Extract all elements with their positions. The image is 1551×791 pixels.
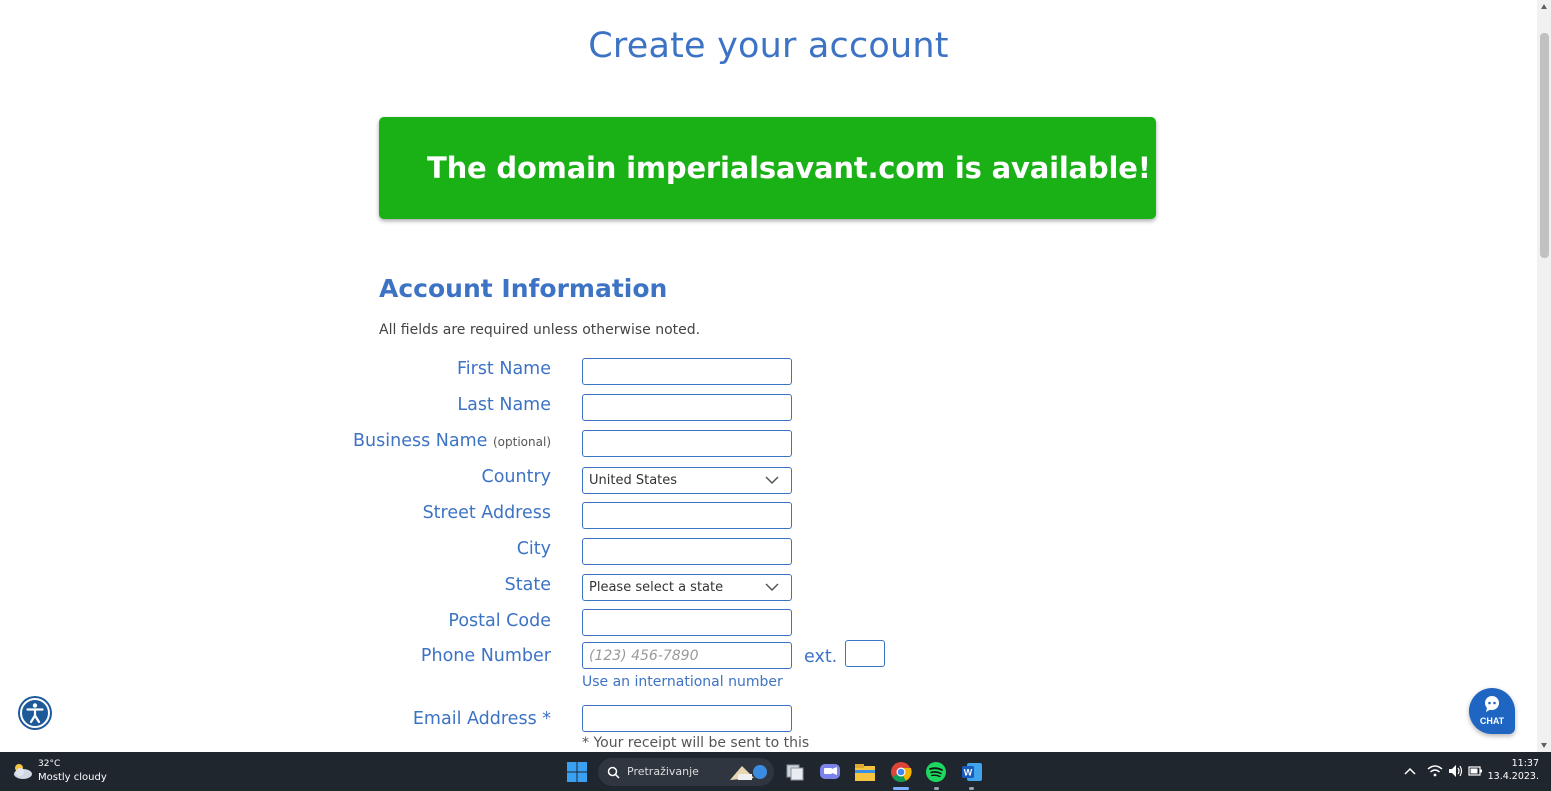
- international-number-link[interactable]: Use an international number: [582, 674, 783, 690]
- teams-chat-icon[interactable]: [817, 759, 843, 785]
- street-address-label: Street Address: [422, 503, 551, 523]
- chat-label: CHAT: [1479, 716, 1505, 726]
- browser-page: Create your account The domain imperials…: [0, 0, 1537, 752]
- spotify-icon[interactable]: [923, 759, 949, 785]
- weather-temp: 32°C: [38, 759, 61, 769]
- section-title: Account Information: [379, 274, 668, 303]
- search-text: Pretraživanje: [627, 765, 699, 778]
- state-value: Please select a state: [589, 580, 724, 595]
- phone-number-label: Phone Number: [420, 646, 551, 666]
- phone-placeholder: (123) 456-7890: [589, 648, 699, 664]
- vertical-scrollbar[interactable]: [1537, 0, 1551, 752]
- chat-button[interactable]: CHAT: [1469, 688, 1515, 734]
- weather-widget[interactable]: 32°C Mostly cloudy: [10, 758, 120, 786]
- chrome-icon[interactable]: [888, 759, 914, 785]
- first-name-label: First Name: [456, 359, 551, 379]
- required-note: All fields are required unless otherwise…: [379, 322, 701, 338]
- windows-start-icon[interactable]: [564, 759, 590, 785]
- accessibility-icon: [20, 698, 50, 728]
- chevron-down-icon: [765, 476, 779, 485]
- phone-ext-field[interactable]: [845, 640, 885, 667]
- system-clock[interactable]: 11:37 13.4.2023.: [1488, 757, 1539, 783]
- search-highlight-icon: [730, 765, 767, 780]
- optional-note: (optional): [493, 435, 551, 449]
- svg-text:W: W: [964, 768, 973, 778]
- receipt-note: * Your receipt will be sent to this: [582, 735, 810, 751]
- ext-label: ext.: [804, 647, 838, 667]
- file-explorer-icon[interactable]: [852, 759, 878, 785]
- scroll-up-arrow-icon[interactable]: [1540, 3, 1548, 11]
- first-name-field[interactable]: [582, 358, 792, 385]
- taskbar: 32°C Mostly cloudy Pretraživanje W 11:37…: [0, 752, 1551, 791]
- chat-bubble-icon: [1485, 696, 1499, 712]
- business-name-field[interactable]: [582, 430, 792, 457]
- chrome-active-indicator: [893, 787, 909, 790]
- volume-icon[interactable]: [1447, 760, 1463, 782]
- last-name-field[interactable]: [582, 394, 792, 421]
- clock-date: 13.4.2023.: [1487, 771, 1539, 782]
- domain-available-banner: The domain imperialsavant.com is availab…: [379, 117, 1156, 219]
- email-address-field[interactable]: [582, 705, 792, 732]
- battery-icon[interactable]: [1467, 760, 1483, 782]
- task-view-icon[interactable]: [782, 759, 808, 785]
- email-address-label: Email Address *: [412, 709, 551, 729]
- wifi-icon[interactable]: [1427, 760, 1443, 782]
- scroll-down-arrow-icon[interactable]: [1540, 741, 1548, 749]
- page-title: Create your account: [588, 26, 949, 66]
- country-select[interactable]: United States: [582, 467, 792, 494]
- cloud-icon: [14, 764, 32, 779]
- state-select[interactable]: Please select a state: [582, 574, 792, 601]
- weather-condition: Mostly cloudy: [38, 772, 107, 783]
- word-running-indicator: [969, 787, 974, 790]
- country-value: United States: [589, 473, 678, 488]
- city-field[interactable]: [582, 538, 792, 565]
- spotify-running-indicator: [934, 787, 939, 790]
- clock-time: 11:37: [1511, 758, 1539, 769]
- word-icon[interactable]: W: [959, 759, 985, 785]
- chevron-down-icon: [765, 583, 779, 592]
- last-name-label: Last Name: [457, 395, 551, 415]
- business-name-label-text: Business Name: [353, 431, 488, 451]
- state-label: State: [504, 575, 551, 595]
- postal-code-label: Postal Code: [448, 611, 551, 631]
- chevron-up-icon[interactable]: [1403, 760, 1417, 782]
- banner-text: The domain imperialsavant.com is availab…: [427, 151, 1151, 185]
- postal-code-field[interactable]: [582, 609, 792, 636]
- taskbar-search[interactable]: Pretraživanje: [598, 758, 774, 786]
- scrollbar-thumb[interactable]: [1540, 33, 1549, 258]
- phone-number-field[interactable]: (123) 456-7890: [582, 642, 792, 669]
- business-name-label: Business Name (optional): [353, 431, 551, 451]
- accessibility-button[interactable]: [18, 696, 52, 730]
- country-label: Country: [481, 467, 551, 487]
- city-label: City: [516, 539, 551, 559]
- search-icon: [607, 766, 620, 779]
- street-address-field[interactable]: [582, 502, 792, 529]
